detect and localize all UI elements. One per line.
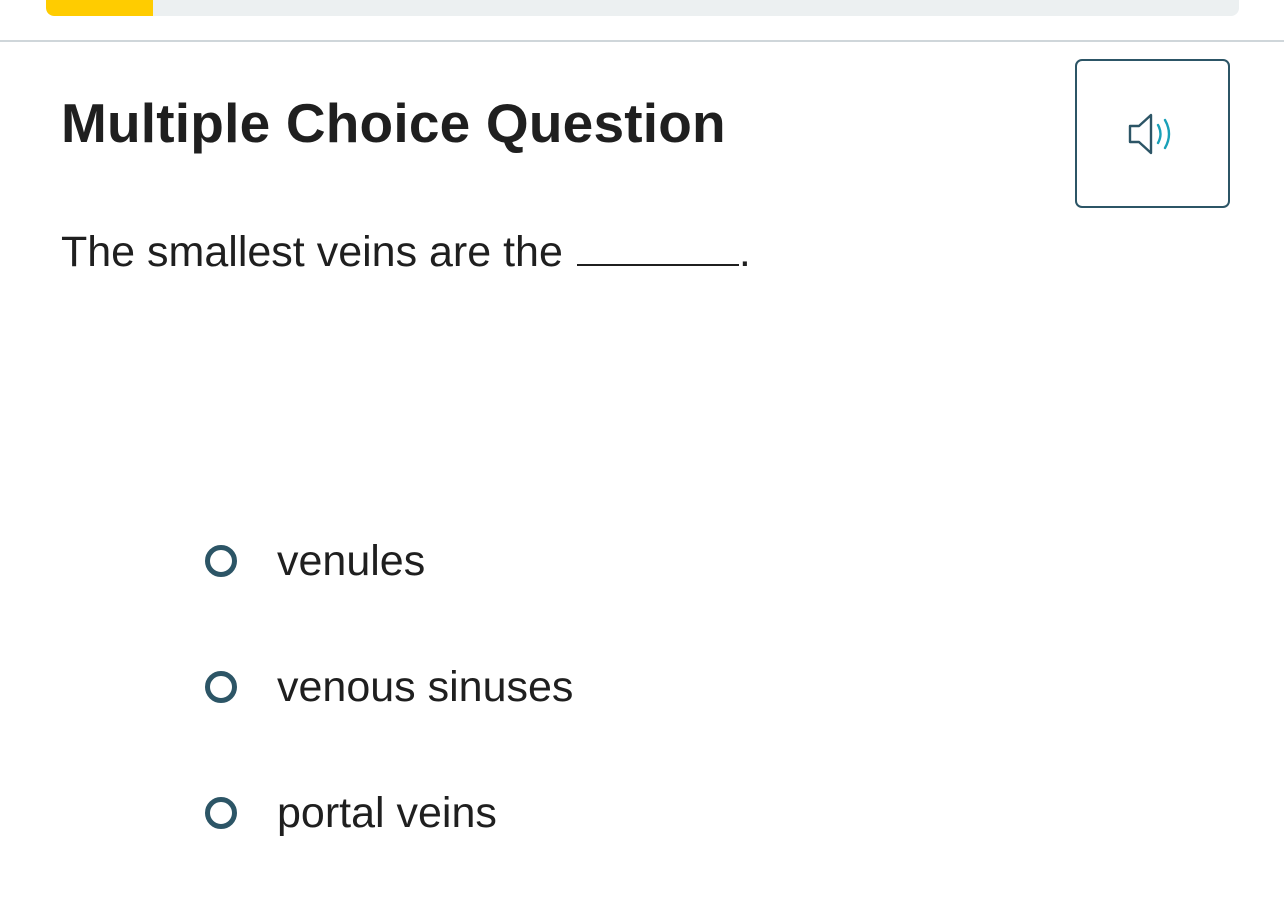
answer-blank: [576, 226, 739, 266]
answer-option-venous-sinuses[interactable]: venous sinuses: [200, 656, 573, 718]
radio-button[interactable]: [205, 671, 237, 703]
header-divider: [0, 40, 1284, 42]
answer-option-portal-veins[interactable]: portal veins: [200, 782, 573, 844]
answer-option-label: portal veins: [277, 789, 497, 837]
question-prompt: The smallest veins are the.: [61, 226, 751, 278]
question-suffix: .: [738, 228, 751, 276]
question-type-title: Multiple Choice Question: [61, 92, 726, 154]
radio-button[interactable]: [205, 545, 237, 577]
answer-options: venules venous sinuses portal veins: [200, 530, 573, 908]
answer-option-venules[interactable]: venules: [200, 530, 573, 592]
progress-bar: [46, 0, 1239, 16]
read-aloud-button[interactable]: [1075, 59, 1230, 208]
progress-bar-fill: [46, 0, 154, 16]
question-text: The smallest veins are the: [61, 228, 563, 276]
radio-button[interactable]: [205, 797, 237, 829]
speaker-icon: [1128, 113, 1170, 154]
answer-option-label: venules: [277, 537, 426, 585]
answer-option-label: venous sinuses: [277, 663, 574, 711]
